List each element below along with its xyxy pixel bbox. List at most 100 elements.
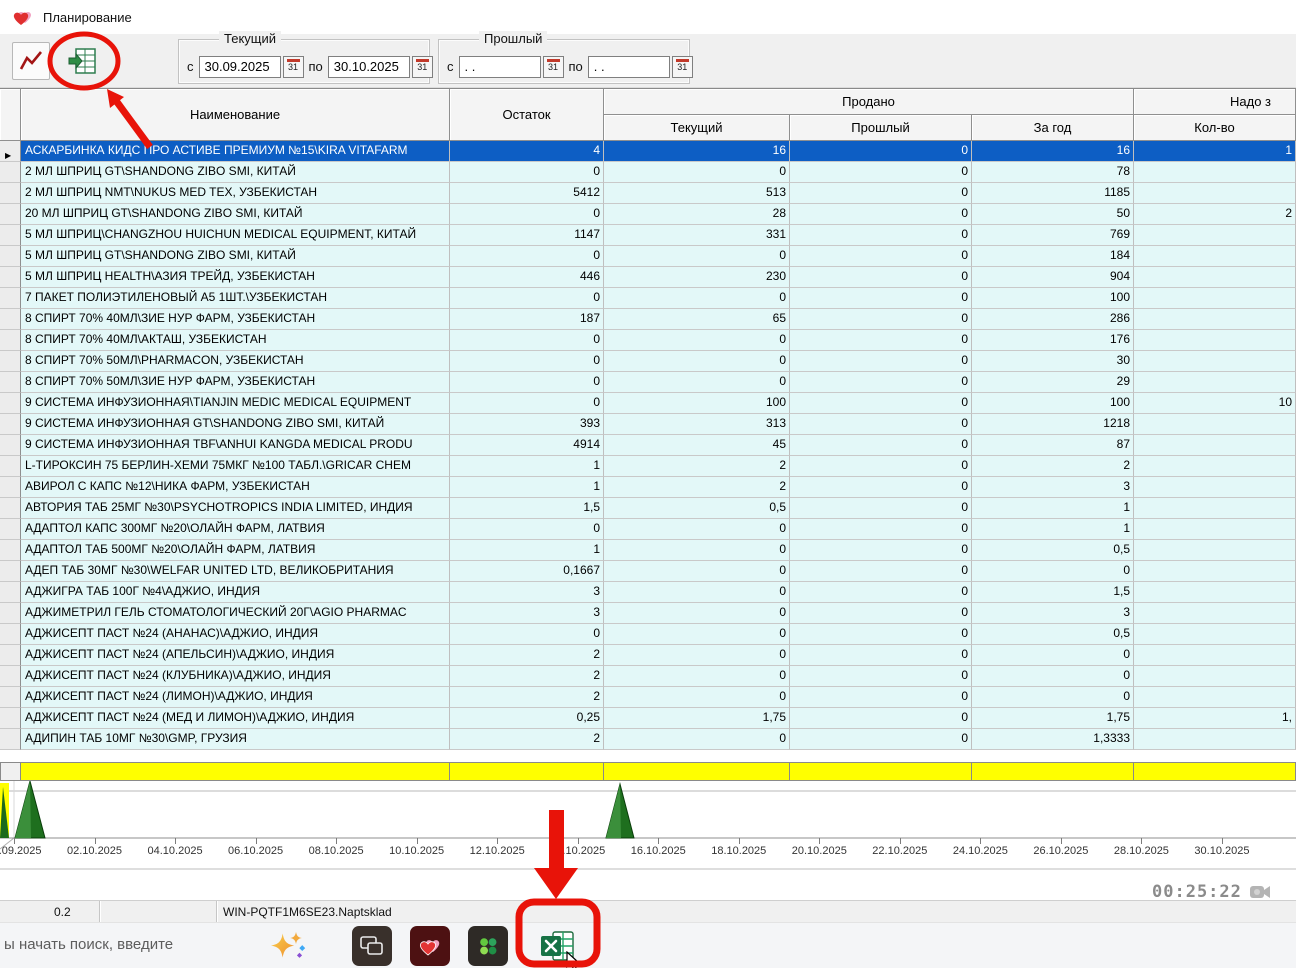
from-label: с [187,59,194,74]
current-from-date-field[interactable]: 30.09.2025 [199,56,281,78]
row-selector-cell [0,162,21,183]
sold-current-cell: 0 [604,351,790,372]
table-row[interactable]: 2 МЛ ШПРИЦ NMT\NUKUS MED TEX, УЗБЕКИСТАН… [0,183,1296,204]
current-from-calendar-button[interactable]: 31 [283,56,304,78]
table-row[interactable]: АДЖИСЕПТ ПАСТ №24 (АПЕЛЬСИН)\АДЖИО, ИНДИ… [0,645,1296,666]
table-row[interactable]: АДИПИН ТАБ 10МГ №30\GMP, ГРУЗИЯ 2 0 0 1,… [0,729,1296,750]
table-row[interactable]: АДЖИСЕПТ ПАСТ №24 (ЛИМОН)\АДЖИО, ИНДИЯ 2… [0,687,1296,708]
table-row[interactable]: 8 СПИРТ 70% 50МЛ\ЗИЕ НУР ФАРМ, УЗБЕКИСТА… [0,372,1296,393]
need-qty-cell: 1, [1134,708,1296,729]
sold-past-cell: 0 [790,666,972,687]
row-selector-cell [0,351,21,372]
chart-axis-tick [95,838,96,844]
sold-current-cell: 0 [604,288,790,309]
sold-current-cell: 0 [604,645,790,666]
sold-past-cell: 0 [790,309,972,330]
sold-current-cell: 0 [604,540,790,561]
table-row[interactable]: 9 СИСТЕМА ИНФУЗИОННАЯ GT\SHANDONG ZIBO S… [0,414,1296,435]
table-row[interactable]: АВТОРИЯ ТАБ 25МГ №30\PSYCHOTROPICS INDIA… [0,498,1296,519]
sold-current-cell: 65 [604,309,790,330]
totals-sold-current-cell [604,762,790,781]
totals-row [0,762,1296,781]
current-to-calendar-button[interactable]: 31 [412,56,433,78]
taskbar-app-frames-button[interactable] [352,926,392,966]
product-name-cell: 8 СПИРТ 70% 50МЛ\ЗИЕ НУР ФАРМ, УЗБЕКИСТА… [21,372,450,393]
table-row[interactable]: 9 СИСТЕМА ИНФУЗИОННАЯ\TIANJIN MEDIC MEDI… [0,393,1296,414]
row-selector-cell [0,246,21,267]
chart-axis-tick [900,838,901,844]
table-row[interactable]: 8 СПИРТ 70% 50МЛ\PHARMACON, УЗБЕКИСТАН 0… [0,351,1296,372]
table-row[interactable]: 20 МЛ ШПРИЦ GT\SHANDONG ZIBO SMI, КИТАЙ … [0,204,1296,225]
sold-past-cell: 0 [790,267,972,288]
sold-past-cell: 0 [790,477,972,498]
table-row[interactable]: L-ТИРОКСИН 75 БЕРЛИН-ХЕМИ 75МКГ №100 ТАБ… [0,456,1296,477]
table-row[interactable]: АДЖИСЕПТ ПАСТ №24 (КЛУБНИКА)\АДЖИО, ИНДИ… [0,666,1296,687]
sold-current-cell: 0 [604,561,790,582]
stock-cell: 187 [450,309,604,330]
need-qty-cell [1134,225,1296,246]
excel-export-button[interactable] [60,41,106,81]
stock-cell: 0 [450,393,604,414]
need-qty-cell [1134,372,1296,393]
taskbar-search[interactable]: ы начать поиск, введите [4,936,173,953]
table-row[interactable]: АВИРОЛ С КАПС №12\НИКА ФАРМ, УЗБЕКИСТАН … [0,477,1296,498]
table-row[interactable]: АДЖИМЕТРИЛ ГЕЛЬ СТОМАТОЛОГИЧЕСКИЙ 20Г\AG… [0,603,1296,624]
sold-current-cell: 0 [604,330,790,351]
status-server: WIN-PQTF1M6SE23.Naptsklad [217,901,1296,922]
past-to-calendar-button[interactable]: 31 [672,56,693,78]
need-qty-cell [1134,477,1296,498]
sold-year-cell: 1218 [972,414,1134,435]
taskbar: ы начать поиск, введите [0,922,1296,968]
current-period-group: Текущий с 30.09.2025 31 по 30.10.2025 31 [178,39,430,84]
table-row[interactable]: 5 МЛ ШПРИЦ HEALTH\АЗИЯ ТРЕЙД, УЗБЕКИСТАН… [0,267,1296,288]
table-row[interactable]: 9 СИСТЕМА ИНФУЗИОННАЯ TBF\ANHUI KANGDA M… [0,435,1296,456]
sold-year-cell: 1 [972,519,1134,540]
sold-year-cell: 1 [972,498,1134,519]
past-from-calendar-button[interactable]: 31 [543,56,564,78]
chart-green-spike-left-face [15,781,31,838]
copilot-button[interactable] [266,926,306,966]
product-name-cell: 20 МЛ ШПРИЦ GT\SHANDONG ZIBO SMI, КИТАЙ [21,204,450,225]
sold-current-cell: 0 [604,246,790,267]
toolbar: Текущий с 30.09.2025 31 по 30.10.2025 31… [0,34,1296,88]
window-title: Планирование [43,10,132,25]
need-qty-cell [1134,561,1296,582]
table-row[interactable]: 7 ПАКЕТ ПОЛИЭТИЛЕНОВЫЙ А5 1ШТ.\УЗБЕКИСТА… [0,288,1296,309]
stock-cell: 1147 [450,225,604,246]
chart-button[interactable] [12,42,50,80]
table-row[interactable]: 8 СПИРТ 70% 40МЛ\АКТАШ, УЗБЕКИСТАН 0 0 0… [0,330,1296,351]
sold-year-cell: 176 [972,330,1134,351]
sold-past-cell: 0 [790,204,972,225]
table-row[interactable]: АСКАРБИНКА КИДС ПРО АСТИВЕ ПРЕМИУМ №15\K… [0,141,1296,162]
sold-year-cell: 0 [972,666,1134,687]
table-row[interactable]: АДЕП ТАБ 30МГ №30\WELFAR UNITED LTD, ВЕЛ… [0,561,1296,582]
product-name-cell: АДЖИМЕТРИЛ ГЕЛЬ СТОМАТОЛОГИЧЕСКИЙ 20Г\AG… [21,603,450,624]
need-qty-cell [1134,414,1296,435]
table-row[interactable]: АДАПТОЛ ТАБ 500МГ №20\ОЛАЙН ФАРМ, ЛАТВИЯ… [0,540,1296,561]
product-name-cell: АДЖИСЕПТ ПАСТ №24 (АНАНАС)\АДЖИО, ИНДИЯ [21,624,450,645]
sold-current-cell: 313 [604,414,790,435]
row-selector-cell [0,204,21,225]
sold-year-cell: 0 [972,561,1134,582]
sold-current-cell: 2 [604,456,790,477]
table-row[interactable]: 5 МЛ ШПРИЦ GT\SHANDONG ZIBO SMI, КИТАЙ 0… [0,246,1296,267]
stock-cell: 0 [450,519,604,540]
table-row[interactable]: АДЖИСЕПТ ПАСТ №24 (АНАНАС)\АДЖИО, ИНДИЯ … [0,624,1296,645]
table-row[interactable]: 8 СПИРТ 70% 40МЛ\ЗИЕ НУР ФАРМ, УЗБЕКИСТА… [0,309,1296,330]
table-row[interactable]: АДЖИСЕПТ ПАСТ №24 (МЕД И ЛИМОН)\АДЖИО, И… [0,708,1296,729]
current-to-date-field[interactable]: 30.10.2025 [328,56,410,78]
product-name-cell: АДЖИСЕПТ ПАСТ №24 (КЛУБНИКА)\АДЖИО, ИНДИ… [21,666,450,687]
table-row[interactable]: АДЖИГРА ТАБ 100Г №4\АДЖИО, ИНДИЯ 3 0 0 1… [0,582,1296,603]
table-row[interactable]: 5 МЛ ШПРИЦ\CHANGZHOU HUICHUN MEDICAL EQU… [0,225,1296,246]
table-row[interactable]: 2 МЛ ШПРИЦ GT\SHANDONG ZIBO SMI, КИТАЙ 0… [0,162,1296,183]
past-from-date-field[interactable]: . . [459,56,541,78]
sold-past-cell: 0 [790,351,972,372]
totals-name-cell [21,762,450,781]
planning-app-taskbar-button[interactable] [410,926,450,966]
past-to-date-field[interactable]: . . [588,56,670,78]
taskbar-app-dots-button[interactable] [468,926,508,966]
table-row[interactable]: АДАПТОЛ КАПС 300МГ №20\ОЛАЙН ФАРМ, ЛАТВИ… [0,519,1296,540]
chart-axis-tick [658,838,659,844]
sold-past-cell: 0 [790,603,972,624]
stock-cell: 0 [450,351,604,372]
